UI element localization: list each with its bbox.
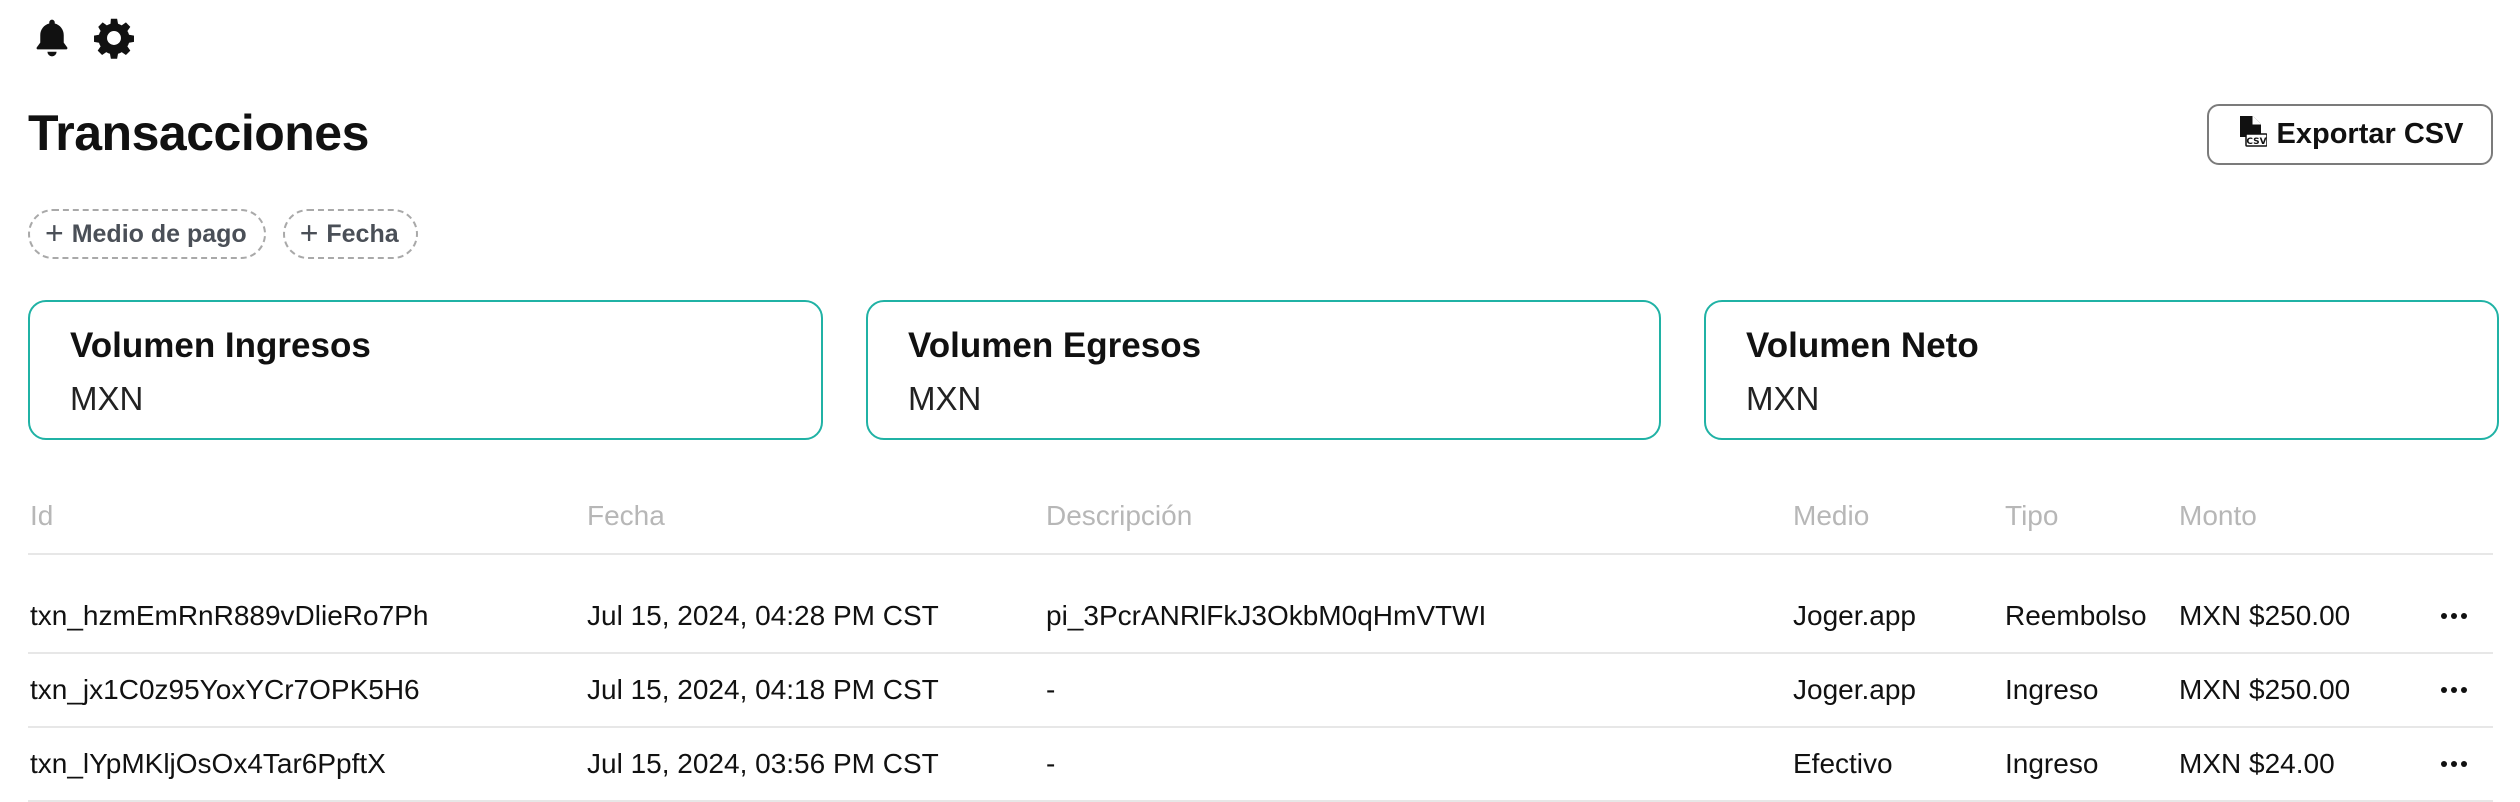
cell-tipo: Ingreso [2005, 674, 2099, 705]
cell-id[interactable]: txn_lYpMKljOsOx4Tar6PpftX [30, 748, 386, 780]
csv-file-icon: CSV [2237, 115, 2268, 155]
cell-fecha: Jul 15, 2024, 04:28 PM CST [587, 600, 939, 631]
row-more-icon[interactable] [2434, 675, 2474, 705]
card-currency: MXN [70, 380, 144, 417]
card-currency: MXN [908, 380, 982, 417]
export-csv-label: Exportar CSV [2276, 118, 2464, 150]
cell-fecha: Jul 15, 2024, 04:18 PM CST [587, 674, 939, 705]
card-title: Volumen Egresos [908, 326, 1202, 365]
card-volumen-ingresos: Volumen Ingresos MXN [28, 300, 823, 440]
row-divider [28, 652, 2493, 654]
export-csv-button[interactable]: CSV Exportar CSV [2207, 104, 2493, 165]
card-currency: MXN [1746, 380, 1820, 417]
cell-descripcion: pi_3PcrANRlFkJ3OkbM0qHmVTWI [1046, 600, 1487, 631]
filter-chip-fecha[interactable]: + Fecha [282, 209, 418, 259]
page-title: Transacciones [28, 105, 369, 161]
cell-id[interactable]: txn_hzmEmRnR889vDlieRo7Ph [30, 600, 428, 632]
header-divider [28, 553, 2493, 555]
column-header-fecha[interactable]: Fecha [587, 500, 665, 532]
column-header-tipo[interactable]: Tipo [2005, 500, 2058, 532]
cell-monto: MXN $250.00 [2179, 674, 2351, 705]
cell-descripcion: - [1046, 748, 1056, 779]
cell-medio: Efectivo [1793, 748, 1893, 779]
cell-tipo: Ingreso [2005, 748, 2099, 779]
column-header-monto[interactable]: Monto [2179, 500, 2257, 532]
cell-id[interactable]: txn_jx1C0z95YoxYCr7OPK5H6 [30, 674, 420, 706]
column-header-medio[interactable]: Medio [1793, 500, 1869, 532]
row-divider [28, 726, 2493, 728]
svg-text:CSV: CSV [2246, 137, 2266, 147]
card-volumen-neto: Volumen Neto MXN [1704, 300, 2499, 440]
filter-chip-label: Fecha [326, 219, 399, 248]
filter-chip-label: Medio de pago [71, 219, 247, 248]
row-more-icon[interactable] [2434, 601, 2474, 631]
row-more-icon[interactable] [2434, 749, 2474, 779]
cell-monto: MXN $24.00 [2179, 748, 2335, 779]
bell-icon[interactable] [30, 16, 74, 60]
filter-bar: + Medio de pago + Fecha [28, 209, 418, 259]
card-title: Volumen Neto [1746, 326, 1979, 365]
card-title: Volumen Ingresos [70, 326, 371, 365]
cell-tipo: Reembolso [2005, 600, 2147, 631]
plus-icon: + [45, 215, 64, 251]
column-header-descripcion[interactable]: Descripción [1046, 500, 1192, 532]
plus-icon: + [299, 215, 319, 251]
cell-fecha: Jul 15, 2024, 03:56 PM CST [587, 748, 939, 779]
top-toolbar [30, 16, 136, 60]
cell-descripcion: - [1046, 674, 1056, 705]
filter-chip-medio-de-pago[interactable]: + Medio de pago [28, 209, 266, 259]
cell-medio: Joger.app [1793, 600, 1916, 631]
card-volumen-egresos: Volumen Egresos MXN [866, 300, 1661, 440]
cell-medio: Joger.app [1793, 674, 1916, 705]
gear-icon[interactable] [92, 16, 136, 60]
cell-monto: MXN $250.00 [2179, 600, 2351, 631]
column-header-id[interactable]: Id [30, 500, 53, 532]
